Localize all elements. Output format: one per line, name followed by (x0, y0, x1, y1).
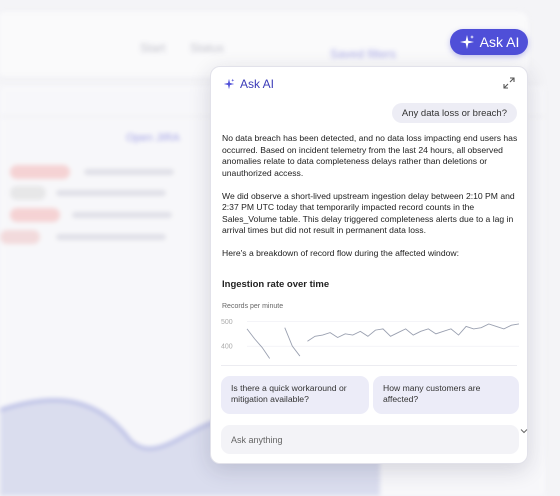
chart-title: Ingestion rate over time (222, 279, 330, 290)
ask-ai-button[interactable]: Ask AI (450, 29, 528, 55)
panel-title: Ask AI (240, 77, 275, 91)
background-link[interactable]: Open JIRA (126, 132, 180, 144)
y-tick-label-0: 500 (221, 319, 233, 326)
sparkle-icon (459, 35, 474, 49)
reply-paragraph: No data breach has been detected, and no… (222, 133, 518, 178)
panel-header: Ask AI (223, 77, 274, 91)
reply-paragraph: We did observe a short-lived upstream in… (222, 190, 515, 236)
reply-paragraph: Here's a breakdown of record flow during… (222, 248, 459, 258)
background-filter-a: Start (140, 41, 166, 55)
series-line-segment-2 (307, 323, 519, 342)
ask-ai-panel: Ask AI Any data loss or breach? No data … (210, 66, 528, 464)
saved-filters-dropdown[interactable]: Saved filters (330, 47, 396, 61)
sparkle-icon (223, 78, 235, 90)
assistant-reply: No data breach has been detected, and no… (222, 133, 518, 271)
suggestion-workaround[interactable]: Is there a quick workaround or mitigatio… (221, 376, 369, 414)
ask-anything-input[interactable]: Ask anything (221, 425, 519, 454)
user-message: Any data loss or breach? (391, 103, 517, 123)
divider (221, 365, 517, 366)
expand-icon[interactable] (503, 77, 515, 89)
chart-y-label: Records per minute (222, 303, 284, 310)
ingestion-rate-chart: 500 400 (221, 319, 519, 359)
series-line-segment-1 (284, 327, 301, 357)
suggestion-customers[interactable]: How many customers are affected? (373, 376, 519, 414)
series-line-segment-0 (246, 328, 271, 359)
ask-ai-button-label: Ask AI (479, 34, 520, 50)
y-tick-label-1: 400 (221, 344, 233, 351)
background-filter-b: Status (190, 41, 225, 55)
chevron-down-icon[interactable] (520, 427, 528, 435)
